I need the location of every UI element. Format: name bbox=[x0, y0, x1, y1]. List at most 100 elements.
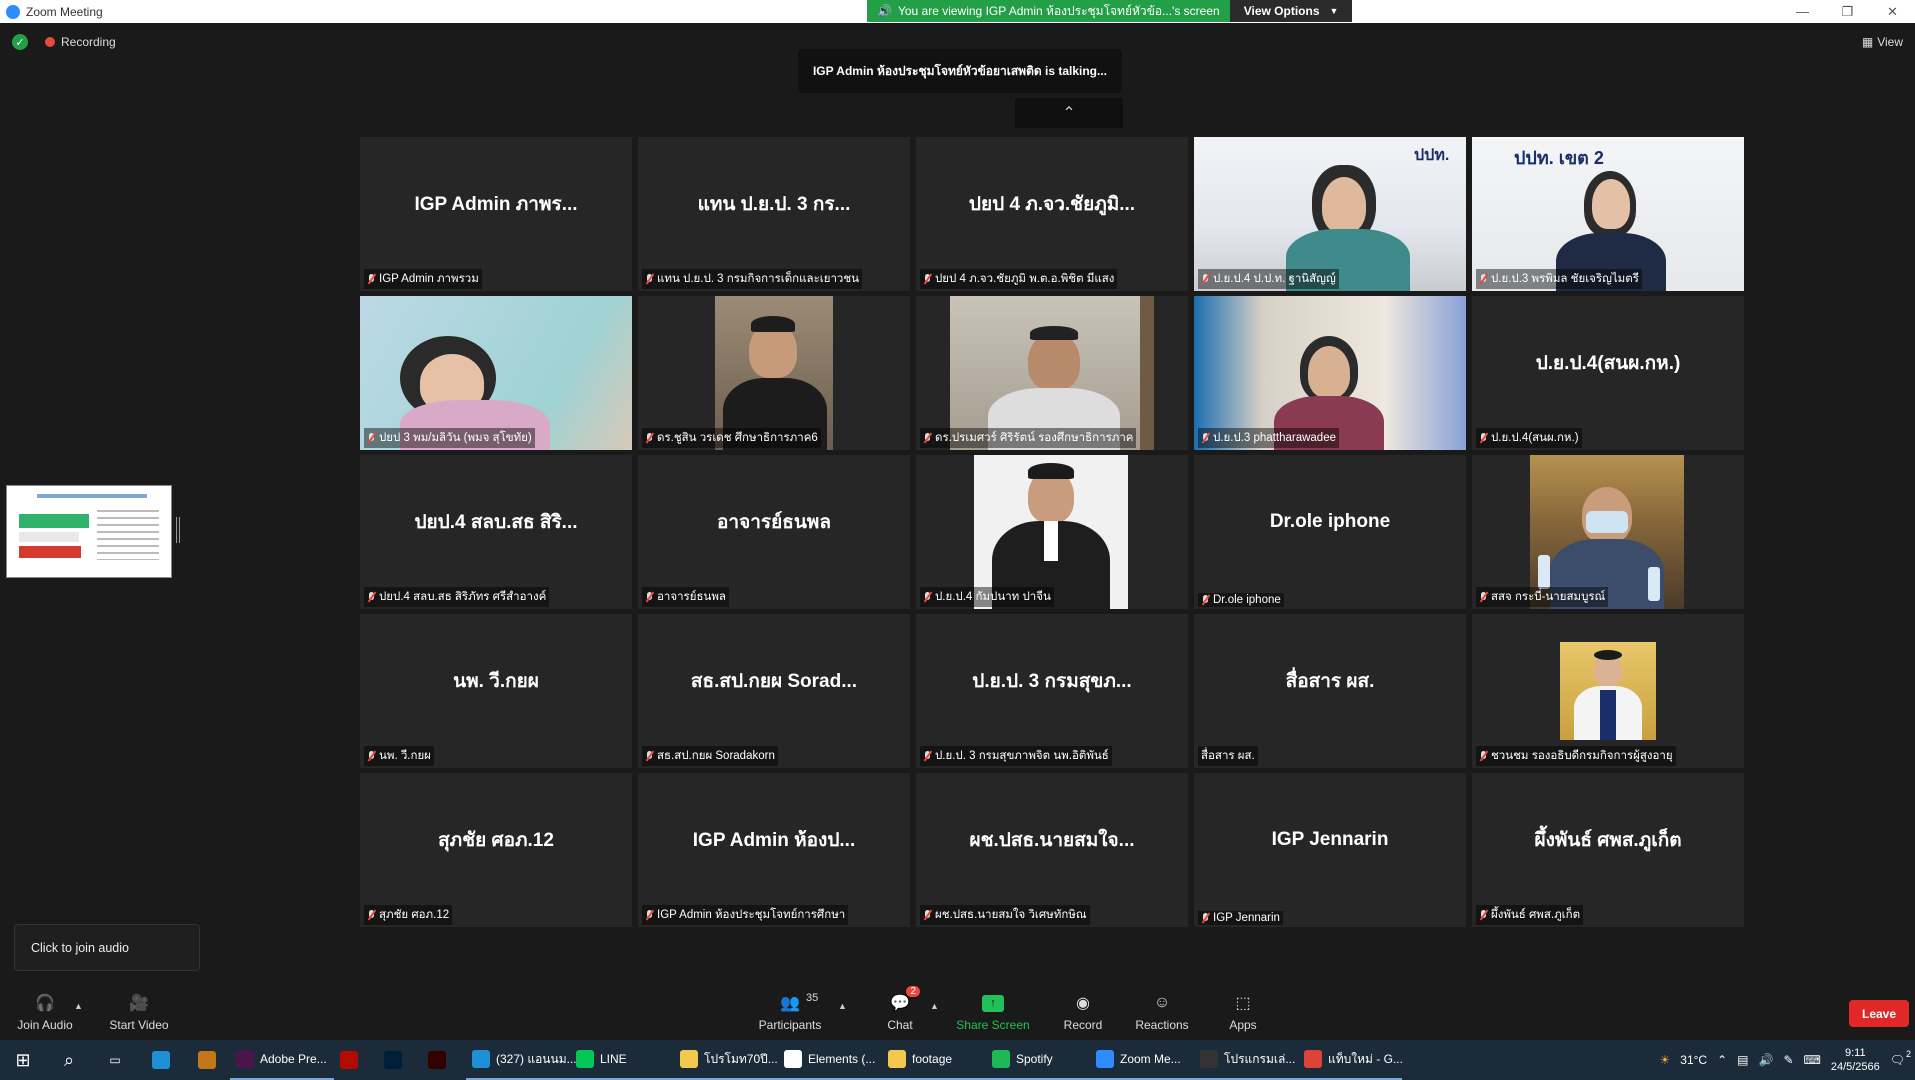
participant-tile[interactable]: อาจารย์ธนพล อาจารย์ธนพล bbox=[638, 455, 910, 609]
taskbar-app[interactable]: Adobe Pre... bbox=[230, 1040, 334, 1080]
maximize-button[interactable]: ❐ bbox=[1825, 0, 1870, 23]
join-audio-tooltip[interactable]: Click to join audio bbox=[14, 924, 200, 971]
thumbnail-drag-handle[interactable] bbox=[176, 517, 180, 543]
participant-tile[interactable]: IGP Admin ห้องป... IGP Admin ห้องประชุมโจ… bbox=[638, 773, 910, 927]
participant-video bbox=[1194, 296, 1466, 450]
view-options-button[interactable]: View Options ▼ bbox=[1229, 0, 1353, 22]
participant-video: ปปท. bbox=[1194, 137, 1466, 291]
mic-muted-icon bbox=[367, 432, 376, 444]
apps-icon: ⬚ bbox=[1235, 995, 1251, 1012]
taskbar-app[interactable]: Spotify bbox=[986, 1040, 1090, 1080]
participant-display-name: นพ. วี.กยผ bbox=[453, 671, 539, 692]
taskbar-app[interactable]: Elements (... bbox=[778, 1040, 882, 1080]
participant-tile[interactable]: ปปท. เขต 2 ป.ย.ป.3 พรพิมล ชัยเจริญไมตรี bbox=[1472, 137, 1744, 291]
taskbar-app[interactable]: โปรโมท70ปี... bbox=[674, 1040, 778, 1080]
mic-muted-icon bbox=[923, 591, 932, 603]
mail-icon bbox=[152, 1051, 170, 1069]
shield-icon[interactable]: ✓ bbox=[12, 34, 28, 50]
taskbar-app[interactable] bbox=[334, 1040, 378, 1080]
participant-tile[interactable]: สื่อสาร ผส. สื่อสาร ผส. bbox=[1194, 614, 1466, 768]
participant-tile[interactable]: ดร.ปรเมศวร์ ศิริรัตน์ รองศึกษาธิการภาค bbox=[916, 296, 1188, 450]
participants-caret-icon[interactable]: ▲ bbox=[838, 1001, 847, 1011]
participant-name-label: ชวนชม รองอธิบดีกรมกิจการผู้สูงอายุ bbox=[1476, 746, 1676, 766]
participants-button[interactable]: 👥 35 Participants bbox=[756, 985, 824, 1038]
thumb-heading bbox=[37, 494, 147, 498]
mic-muted-icon bbox=[1201, 912, 1210, 924]
taskbar-app[interactable]: (327) แอนนม... bbox=[466, 1040, 577, 1080]
taskbar-app-label: Adobe Pre... bbox=[260, 1052, 327, 1066]
taskbar-app[interactable]: LINE bbox=[570, 1040, 674, 1080]
audio-options-caret-icon[interactable]: ▲ bbox=[74, 1001, 83, 1011]
participant-tile[interactable]: ป.ย.ป.3 phattharawadee bbox=[1194, 296, 1466, 450]
participant-display-name: สธ.สป.กยผ Sorad... bbox=[690, 671, 858, 692]
app-icon bbox=[1304, 1050, 1322, 1068]
participant-tile[interactable]: แทน ป.ย.ป. 3 กร... แทน ป.ย.ป. 3 กรมกิจการ… bbox=[638, 137, 910, 291]
participant-video: ปปท. เขต 2 bbox=[1472, 137, 1744, 291]
taskbar-app[interactable] bbox=[422, 1040, 466, 1080]
participant-tile[interactable]: ชวนชม รองอธิบดีกรมกิจการผู้สูงอายุ bbox=[1472, 614, 1744, 768]
taskbar-app[interactable]: แท็บใหม่ - G... bbox=[1298, 1040, 1403, 1080]
participant-name-label: ดร.ชูสิน วรเดช ศึกษาธิการภาค6 bbox=[642, 428, 821, 448]
shared-screen-thumbnail[interactable] bbox=[6, 485, 172, 578]
participant-tile[interactable]: สุภชัย ศอภ.12 สุภชัย ศอภ.12 bbox=[360, 773, 632, 927]
participant-video bbox=[1560, 642, 1656, 740]
participant-tile[interactable]: ปยป 3 พม/มลิวัน (พมจ สุโขทัย) bbox=[360, 296, 632, 450]
join-audio-button[interactable]: 🎧 Join Audio bbox=[14, 985, 76, 1038]
task-view-button[interactable]: ▭ bbox=[92, 1040, 138, 1080]
taskbar-app[interactable]: โปรแกรมเล่... bbox=[1194, 1040, 1298, 1080]
participant-tile[interactable]: IGP Admin ภาพร... IGP Admin ภาพรวม bbox=[360, 137, 632, 291]
reactions-button[interactable]: ☺ Reactions bbox=[1134, 985, 1190, 1038]
pen-icon[interactable]: ✎ bbox=[1783, 1053, 1793, 1067]
participant-tile[interactable]: ดร.ชูสิน วรเดช ศึกษาธิการภาค6 bbox=[638, 296, 910, 450]
collapse-gallery-button[interactable]: ⌃ bbox=[1015, 98, 1123, 128]
participant-tile[interactable]: ปปท. ป.ย.ป.4 ป.ป.ท. ฐานิสัญญ์ bbox=[1194, 137, 1466, 291]
search-button[interactable]: ⌕ bbox=[46, 1040, 92, 1080]
participant-tile[interactable]: ป.ย.ป.4 กัมปนาท ปาจีน bbox=[916, 455, 1188, 609]
clock[interactable]: 9:11 24/5/2566 bbox=[1831, 1046, 1880, 1074]
store-app[interactable] bbox=[184, 1040, 230, 1080]
close-button[interactable]: ✕ bbox=[1870, 0, 1915, 23]
volume-icon[interactable]: 🔊 bbox=[1758, 1053, 1773, 1067]
tray-chevron-icon[interactable]: ⌃ bbox=[1717, 1053, 1727, 1067]
participant-tile[interactable]: Dr.ole iphone Dr.ole iphone bbox=[1194, 455, 1466, 609]
participant-tile[interactable]: สธ.สป.กยผ Sorad... สธ.สป.กยผ Soradakorn bbox=[638, 614, 910, 768]
mic-muted-icon bbox=[1479, 750, 1488, 762]
participant-tile[interactable]: ผช.ปสธ.นายสมใจ... ผช.ปสธ.นายสมใจ วิเศษทัก… bbox=[916, 773, 1188, 927]
view-button[interactable]: ▦ View bbox=[1862, 35, 1903, 49]
taskbar-app[interactable]: Zoom Me... bbox=[1090, 1040, 1194, 1080]
participant-tile[interactable]: ป.ย.ป. 3 กรมสุขภ... ป.ย.ป. 3 กรมสุขภาพจิต… bbox=[916, 614, 1188, 768]
participant-tile[interactable]: IGP Jennarin IGP Jennarin bbox=[1194, 773, 1466, 927]
notifications-icon[interactable]: 🗨 2 bbox=[1890, 1049, 1911, 1067]
participant-tile[interactable]: ป.ย.ป.4(สนผ.กห.) ป.ย.ป.4(สนผ.กห.) bbox=[1472, 296, 1744, 450]
temperature[interactable]: 31°C bbox=[1680, 1053, 1707, 1067]
keyboard-icon[interactable]: ⌨ bbox=[1804, 1053, 1821, 1067]
leave-button[interactable]: Leave bbox=[1849, 1000, 1909, 1027]
recording-indicator[interactable]: Recording bbox=[45, 35, 116, 49]
chat-button[interactable]: 💬 2 Chat bbox=[880, 985, 920, 1038]
participant-name-label: ดร.ปรเมศวร์ ศิริรัตน์ รองศึกษาธิการภาค bbox=[920, 428, 1137, 448]
record-button[interactable]: ◉ Record bbox=[1062, 985, 1104, 1038]
chat-caret-icon[interactable]: ▲ bbox=[930, 1001, 939, 1011]
taskbar-app[interactable]: footage bbox=[882, 1040, 986, 1080]
taskbar-app[interactable] bbox=[378, 1040, 422, 1080]
participant-name-text: ผช.ปสธ.นายสมใจ วิเศษทักษิณ bbox=[935, 909, 1087, 921]
start-button[interactable]: ⊞ bbox=[0, 1040, 46, 1080]
participant-video bbox=[360, 296, 632, 450]
taskbar-app-label: Elements (... bbox=[808, 1052, 876, 1066]
participant-tile[interactable]: ผึ้งพันธ์ ศพส.ภูเก็ต ผึ้งพันธ์ ศพส.ภูเก็ต bbox=[1472, 773, 1744, 927]
clock-time: 9:11 bbox=[1845, 1047, 1866, 1059]
weather-icon[interactable]: ☀ bbox=[1660, 1053, 1671, 1067]
mail-app[interactable] bbox=[138, 1040, 184, 1080]
meeting-toolbar: 🎧 Join Audio ▲ 🎥 Start Video 👥 35 Partici… bbox=[0, 985, 1915, 1038]
start-video-button[interactable]: 🎥 Start Video bbox=[106, 985, 172, 1038]
participant-tile[interactable]: นพ. วี.กยผ นพ. วี.กยผ bbox=[360, 614, 632, 768]
participant-tile[interactable]: ปยป.4 สลบ.สธ สิริ... ปยป.4 สลบ.สธ สิริภัท… bbox=[360, 455, 632, 609]
network-icon[interactable]: ▤ bbox=[1737, 1053, 1748, 1067]
participant-tile[interactable]: ปยป 4 ภ.จว.ชัยภูมิ... ปยป 4 ภ.จว.ชัยภูมิ … bbox=[916, 137, 1188, 291]
participant-tile[interactable]: สสจ กระบี่-นายสมบูรณ์ bbox=[1472, 455, 1744, 609]
apps-button[interactable]: ⬚ Apps bbox=[1226, 985, 1260, 1038]
minimize-button[interactable]: — bbox=[1780, 0, 1825, 23]
participant-display-name: ผึ้งพันธ์ ศพส.ภูเก็ต bbox=[1534, 830, 1682, 851]
share-screen-button[interactable]: ↑ Share Screen bbox=[956, 985, 1030, 1038]
participant-display-name: IGP Admin ห้องป... bbox=[692, 830, 856, 851]
